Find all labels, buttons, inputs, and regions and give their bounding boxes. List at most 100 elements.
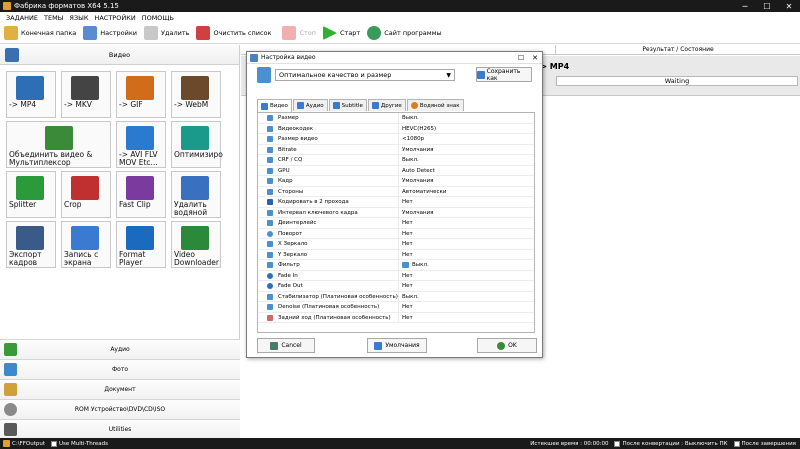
start-button[interactable]: Старт (323, 24, 360, 42)
after-done-label[interactable]: После завершения (742, 441, 796, 447)
task-status: Waiting (556, 76, 798, 86)
tile-splitter[interactable]: Splitter (6, 171, 56, 218)
filter-icon (267, 262, 273, 268)
tile-optimize[interactable]: Оптимизиро (171, 121, 223, 168)
tile-mp4[interactable]: -> MP4 (6, 71, 56, 118)
tab-video[interactable]: Видео (257, 99, 292, 112)
property-row[interactable]: Denoise (Платиновая особенность) Нет (258, 302, 534, 313)
tile-avi-flv[interactable]: -> AVI FLV MOV Etc... (116, 121, 166, 168)
after-done-checkbox[interactable] (733, 440, 740, 447)
clear-list-button[interactable]: Очистить список (196, 24, 271, 42)
category-document[interactable]: Документ (0, 379, 240, 399)
property-row[interactable]: Интервал ключевого кадра Умолчания (258, 207, 534, 218)
dialog-app-icon (250, 53, 258, 62)
aspect-icon (267, 188, 273, 195)
screen-record-icon (71, 226, 99, 250)
property-row[interactable]: Fade In Нет (258, 270, 534, 281)
menu-help[interactable]: ПОМОЩЬ (142, 14, 174, 22)
menu-bar: ЗАДАНИЕ ТЕМЫ ЯЗЫК НАСТРОЙКИ ПОМОЩЬ (0, 12, 800, 23)
tile-webm[interactable]: -> WebM (171, 71, 221, 118)
property-row[interactable]: Задний ход (Платиновая особенность) Нет (258, 312, 534, 323)
after-convert-label[interactable]: После конвертации : Выключить ПК (622, 441, 727, 447)
back-arrow-icon (270, 341, 279, 350)
property-row[interactable]: Размер Выкл. (258, 113, 534, 124)
result-column-header[interactable]: Результат / Состояние (555, 45, 800, 55)
stop-button[interactable]: Стоп (282, 24, 316, 42)
dialog-close-button[interactable]: ✕ (528, 54, 542, 62)
menu-task[interactable]: ЗАДАНИЕ (6, 14, 38, 22)
window-titlebar: Фабрика форматов X64 5.15 ─ ☐ ✕ (0, 0, 800, 12)
after-convert-checkbox[interactable] (614, 440, 621, 447)
preset-dropdown[interactable]: Оптимальное качество и размер ▼ (275, 69, 455, 81)
keyframe-icon (267, 209, 273, 216)
rotate-icon (267, 230, 273, 237)
tab-other[interactable]: Другие (367, 99, 406, 111)
audio-icon (4, 343, 17, 356)
menu-language[interactable]: ЯЗЫК (69, 14, 88, 22)
property-row[interactable]: Размер видео <1080p (258, 134, 534, 145)
property-row[interactable]: Видеокодек HEVC(H265) (258, 123, 534, 134)
crf-icon (267, 157, 273, 163)
property-row[interactable]: GPU Auto Detect (258, 165, 534, 176)
category-utilities[interactable]: Utilities (0, 419, 240, 438)
save-as-button[interactable]: Сохранить как (476, 67, 532, 82)
folder-icon (4, 26, 18, 40)
category-rom[interactable]: ROM Устройство\DVD\CD\ISO (0, 399, 240, 419)
tile-mkv[interactable]: -> MKV (61, 71, 111, 118)
website-button[interactable]: Сайт программы (367, 24, 442, 42)
dialog-maximize-button[interactable]: ☐ (514, 54, 528, 62)
property-row[interactable]: Кодировать в 2 прохода Нет (258, 197, 534, 208)
remove-button[interactable]: Удалить (144, 24, 189, 42)
tile-remove-logo[interactable]: Удалить водяной (171, 171, 221, 218)
optimize-icon (181, 126, 209, 150)
multithread-label: Use Multi-Threads (58, 440, 109, 447)
tile-fast-clip[interactable]: Fast Clip (116, 171, 166, 218)
fade-in-icon (267, 272, 273, 279)
property-row[interactable]: Стабилизатор (Платиновая особенность) Вы… (258, 291, 534, 302)
clip-icon (126, 176, 154, 200)
property-row[interactable]: Кадр Умолчания (258, 176, 534, 187)
category-photo[interactable]: Фото (0, 359, 240, 379)
tile-crop[interactable]: Crop (61, 171, 111, 218)
tile-merge[interactable]: Объединить видео & Мультиплексор (6, 121, 111, 168)
tile-screen-record[interactable]: Запись с экрана (61, 221, 111, 268)
output-path[interactable]: C:\FFOutput (12, 441, 45, 447)
ok-button[interactable]: OK (477, 338, 537, 353)
output-folder-button[interactable]: Конечная папка (4, 24, 76, 42)
video-tab-icon (261, 102, 268, 110)
defaults-button[interactable]: Умолчания (367, 338, 427, 353)
menu-settings[interactable]: НАСТРОЙКИ (94, 14, 135, 22)
deinterlace-icon (267, 220, 273, 226)
mp4-icon (16, 76, 44, 100)
denoise-icon (267, 304, 273, 310)
maximize-button[interactable]: ☐ (756, 0, 778, 12)
category-audio[interactable]: Аудио (0, 339, 240, 359)
multithread-checkbox[interactable] (50, 440, 57, 447)
property-row[interactable]: X Зеркало Нет (258, 239, 534, 250)
property-row[interactable]: Деинтерлейс Нет (258, 218, 534, 229)
property-row[interactable]: Y Зеркало Нет (258, 249, 534, 260)
property-row[interactable]: Bitrate Умолчания (258, 144, 534, 155)
minimize-button[interactable]: ─ (734, 0, 756, 12)
property-row[interactable]: Фильтр Выкл. (258, 260, 534, 271)
fade-out-icon (267, 283, 273, 289)
property-row[interactable]: CRF / CQ Выкл. (258, 155, 534, 166)
video-category-header[interactable]: Видео (0, 45, 239, 65)
frame-icon (267, 178, 273, 184)
tab-watermark[interactable]: Водяной знак (406, 99, 464, 111)
tab-audio[interactable]: Аудио (292, 99, 328, 111)
dialog-title: Настройка видео (261, 54, 316, 61)
cancel-button[interactable]: Cancel (257, 338, 315, 353)
menu-themes[interactable]: ТЕМЫ (44, 14, 63, 22)
tab-subtitle[interactable]: Subtitle (328, 99, 367, 111)
tile-export-frames[interactable]: Экспорт кадров (6, 221, 56, 268)
settings-button[interactable]: Настройки (83, 24, 137, 42)
size-icon (267, 115, 273, 121)
tile-format-player[interactable]: Format Player (116, 221, 166, 268)
property-row[interactable]: Fade Out Нет (258, 281, 534, 292)
close-button[interactable]: ✕ (778, 0, 800, 12)
tile-gif[interactable]: -> GIF (116, 71, 166, 118)
tile-video-downloader[interactable]: Video Downloader (171, 221, 221, 268)
property-row[interactable]: Стороны Автоматически (258, 186, 534, 197)
property-row[interactable]: Поворот Нет (258, 228, 534, 239)
